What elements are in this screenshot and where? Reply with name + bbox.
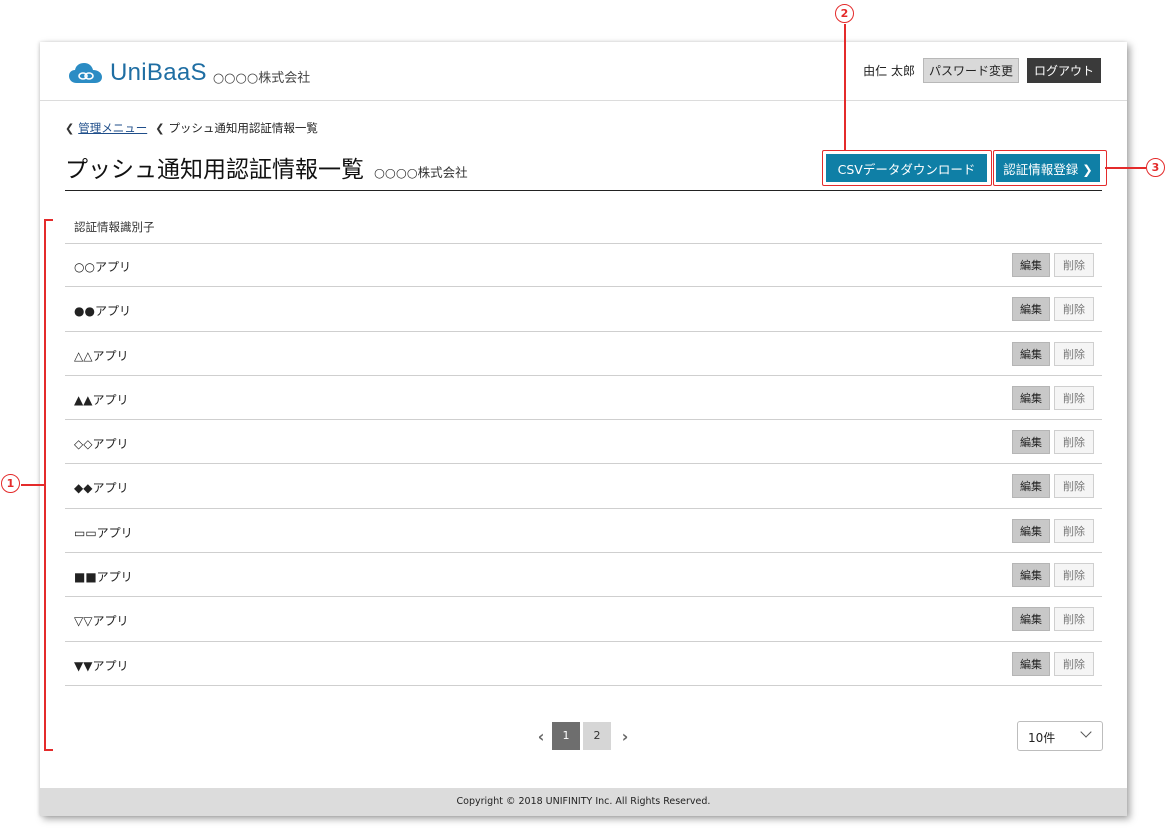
title-divider [65,190,1102,191]
cloud-logo-icon [69,63,102,83]
annotation-bracket-vertical [44,219,46,750]
row-identifier: ◆◆アプリ [74,481,129,496]
chevron-left-icon: ❮ [155,121,165,135]
edit-button[interactable]: 編集 [1012,297,1050,322]
annotation-box-csv [822,150,992,186]
row-identifier: ◇◇アプリ [74,437,129,452]
annotation-badge-1: 1 [1,474,20,493]
row-identifier: ▲▲アプリ [74,392,129,407]
table-row: ◆◆アプリ 編集 削除 [65,464,1102,509]
table-header: 認証情報識別子 [65,214,1102,244]
table-row: ▭▭アプリ 編集 削除 [65,509,1102,554]
delete-button[interactable]: 削除 [1054,385,1094,410]
next-page-arrow-icon[interactable]: › [614,727,636,746]
row-identifier: ●●アプリ [74,304,131,319]
table-row: ◇◇アプリ 編集 削除 [65,420,1102,465]
annotation-bracket-bottom [44,749,53,751]
delete-button[interactable]: 削除 [1054,297,1094,322]
edit-button[interactable]: 編集 [1012,385,1050,410]
edit-button[interactable]: 編集 [1012,430,1050,455]
column-header-identifier: 認証情報識別子 [74,220,155,234]
table-row: △△アプリ 編集 削除 [65,332,1102,376]
page-title-company: ○○○○株式会社 [374,165,468,180]
breadcrumb-current: プッシュ通知用認証情報一覧 [168,121,318,135]
table-row: ▽▽アプリ 編集 削除 [65,597,1102,642]
logo: UniBaaS ○○○○株式会社 [68,59,310,87]
header: UniBaaS ○○○○株式会社 由仁 太郎 パスワード変更 ログアウト [40,42,1127,101]
edit-button[interactable]: 編集 [1012,651,1050,676]
page-title-block: プッシュ通知用認証情報一覧 ○○○○株式会社 [65,150,468,184]
logout-button[interactable]: ログアウト [1026,58,1101,83]
delete-button[interactable]: 削除 [1054,341,1094,366]
user-name: 由仁 太郎 [863,64,915,78]
logo-text: UniBaaS [110,59,207,86]
table-row: ○○アプリ 編集 削除 [65,243,1102,288]
page-title: プッシュ通知用認証情報一覧 [65,157,364,183]
delete-button[interactable]: 削除 [1054,253,1094,277]
row-identifier: ▭▭アプリ [74,525,133,540]
edit-button[interactable]: 編集 [1012,341,1050,366]
table-row: ▲▲アプリ 編集 削除 [65,376,1102,421]
edit-button[interactable]: 編集 [1012,563,1050,588]
annotation-bracket-top [44,219,53,221]
copyright-text: Copyright © 2018 UNIFINITY Inc. All Righ… [456,796,711,807]
chevron-left-icon: ❮ [65,121,75,135]
delete-button[interactable]: 削除 [1054,563,1094,588]
per-page-select[interactable]: 10件 [1017,721,1103,751]
row-identifier: △△アプリ [74,348,129,363]
edit-button[interactable]: 編集 [1012,518,1050,543]
breadcrumb-link-admin-menu[interactable]: 管理メニュー [78,120,147,136]
annotation-line-2 [844,24,846,150]
chevron-down-icon [1080,726,1092,738]
table-row: ●●アプリ 編集 削除 [65,287,1102,332]
per-page-value: 10件 [1028,731,1056,745]
annotation-line-1 [21,484,45,486]
breadcrumb: ❮ 管理メニュー ❮ プッシュ通知用認証情報一覧 [65,120,318,136]
annotation-badge-2: 2 [835,4,854,23]
change-password-button[interactable]: パスワード変更 [922,58,1019,83]
prev-page-arrow-icon[interactable]: ‹ [530,727,552,746]
row-identifier: ○○アプリ [74,260,131,274]
page-button-2[interactable]: 2 [583,722,611,750]
delete-button[interactable]: 削除 [1054,651,1094,676]
footer: Copyright © 2018 UNIFINITY Inc. All Righ… [40,788,1127,816]
table-row: ▼▼アプリ 編集 削除 [65,642,1102,686]
row-identifier: ▽▽アプリ [74,614,129,629]
table-row: ■■アプリ 編集 削除 [65,553,1102,598]
pagination: ‹ 1 2 › [530,722,636,750]
header-company-name: ○○○○株式会社 [212,70,311,86]
edit-button[interactable]: 編集 [1012,607,1050,632]
edit-button[interactable]: 編集 [1012,253,1050,277]
annotation-box-register [993,150,1107,186]
page-button-1[interactable]: 1 [552,722,580,750]
delete-button[interactable]: 削除 [1054,518,1094,543]
credential-list: ○○アプリ 編集 削除 ●●アプリ 編集 削除 △△アプリ 編集 削除 ▲▲アプリ 編集 削除 … [65,243,1102,686]
row-identifier: ▼▼アプリ [74,658,129,673]
annotation-badge-3: 3 [1146,158,1165,177]
user-area: 由仁 太郎 パスワード変更 ログアウト [863,58,1101,83]
annotation-line-3 [1105,167,1146,169]
edit-button[interactable]: 編集 [1012,474,1050,499]
delete-button[interactable]: 削除 [1054,474,1094,499]
delete-button[interactable]: 削除 [1054,607,1094,632]
row-identifier: ■■アプリ [74,570,133,585]
delete-button[interactable]: 削除 [1054,430,1094,455]
